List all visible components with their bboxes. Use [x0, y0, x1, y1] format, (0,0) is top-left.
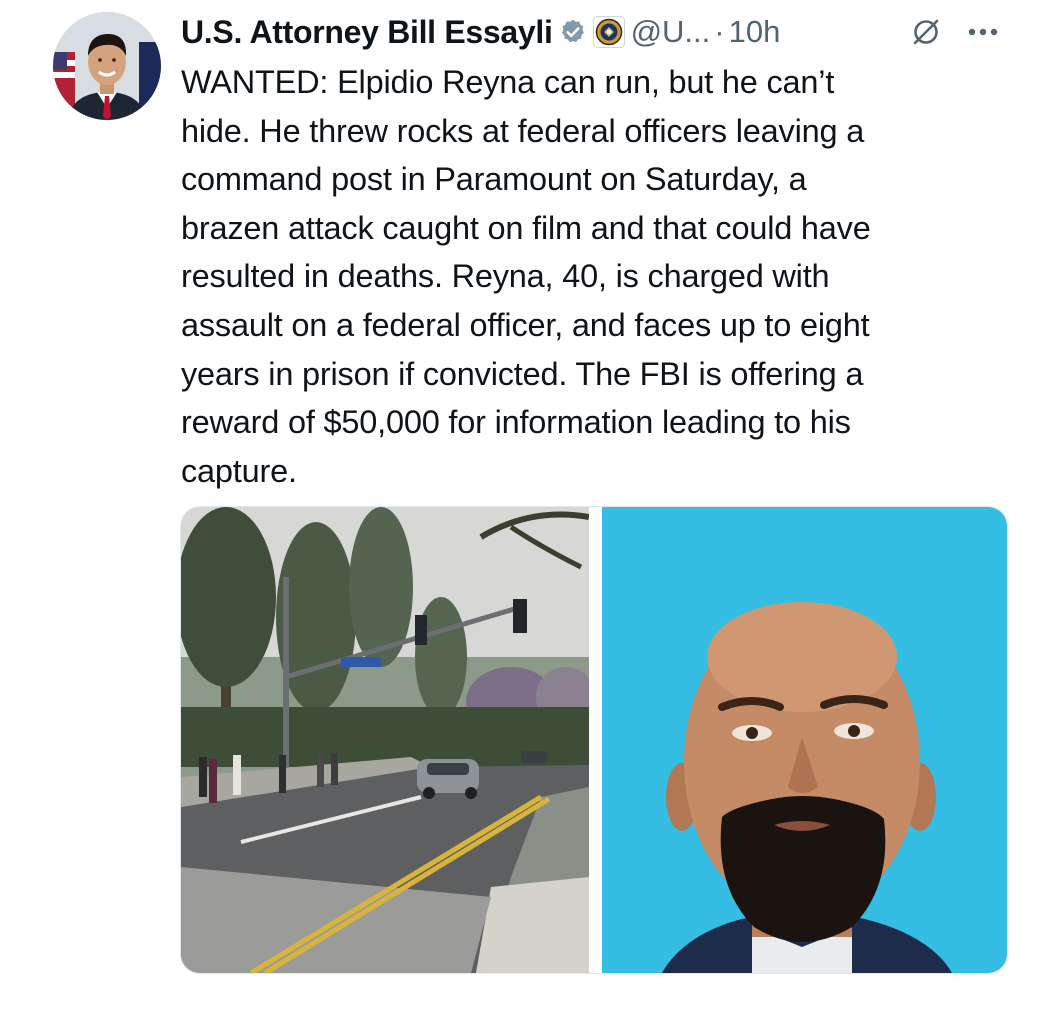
tweet-text-line: command post in Paramount on Saturday, a — [181, 161, 807, 198]
separator-dot: · — [714, 14, 725, 49]
tweet-text-line: brazen attack caught on film and that co… — [181, 209, 871, 246]
more-options-icon[interactable] — [963, 14, 1003, 50]
tweet-text-line: assault on a federal officer, and faces … — [181, 306, 870, 343]
street-scene-photo[interactable] — [181, 507, 589, 973]
grok-icon[interactable] — [908, 14, 944, 50]
tweet-text-line: hide. He threw rocks at federal officers… — [181, 112, 865, 149]
verified-badge-icon — [559, 18, 587, 46]
tweet-text-line: reward of $50,000 for information leadin… — [181, 404, 851, 441]
author-handle[interactable]: @U... — [631, 14, 711, 50]
tweet-text-line: capture. — [181, 452, 297, 489]
tweet[interactable]: U.S. Attorney Bill Essayli @U... · 10h W… — [0, 0, 1055, 1014]
avatar[interactable] — [53, 12, 161, 120]
doj-seal-icon — [592, 16, 625, 48]
tweet-text-line: WANTED: Elpidio Reyna can run, but he ca… — [181, 64, 835, 100]
media-grid — [180, 506, 1008, 974]
mugshot-photo[interactable] — [602, 507, 1007, 973]
author-display-name[interactable]: U.S. Attorney Bill Essayli — [181, 14, 553, 51]
timestamp[interactable]: 10h — [729, 14, 781, 50]
tweet-text: WANTED: Elpidio Reyna can run, but he ca… — [181, 58, 1011, 495]
tweet-header: U.S. Attorney Bill Essayli @U... · 10h — [181, 10, 1011, 54]
tweet-text-line: years in prison if convicted. The FBI is… — [181, 355, 864, 392]
tweet-text-line: resulted in deaths. Reyna, 40, is charge… — [181, 258, 830, 295]
